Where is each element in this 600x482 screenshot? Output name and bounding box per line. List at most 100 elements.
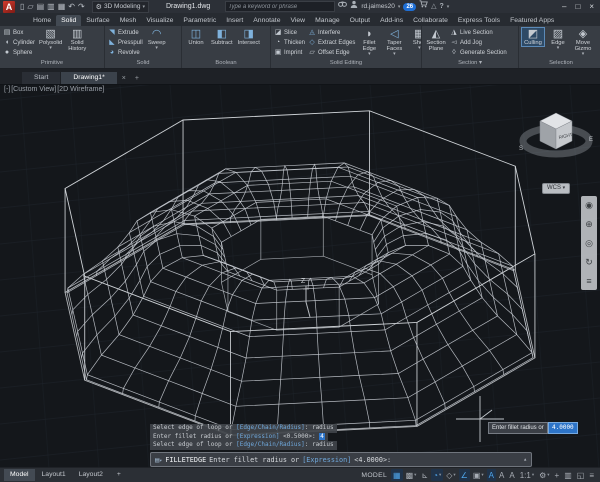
prompt-options[interactable]: [Expression] [236,433,279,440]
polysolid-dropdown-icon[interactable]: ▾ [49,46,52,50]
button-polysolid[interactable]: ▧Polysolid▾ [38,28,63,50]
ortho-mode-icon[interactable]: ⊾ [419,469,430,481]
ribbon-tab-solid[interactable]: Solid [56,15,81,26]
layout-tab-layout2[interactable]: Layout2 [73,469,109,481]
button-thicken[interactable]: ◔Thicken [274,38,305,47]
viewport-view-control[interactable]: [Custom View] [11,86,56,93]
button-live-section[interactable]: ◮Live Section [450,28,507,37]
move-gizmo-dropdown-icon[interactable]: ▾ [582,52,585,56]
isodraft-icon[interactable]: ◇▾ [444,469,457,481]
ribbon-tab-home[interactable]: Home [28,15,56,26]
window-close-button[interactable]: × [586,0,597,13]
plot-icon[interactable]: ▦ [58,0,66,13]
user-menu-chevron-icon[interactable]: ▾ [398,4,401,10]
button-union[interactable]: ◫Union [185,28,207,46]
help-icon[interactable]: ? [440,1,444,13]
button-shell[interactable]: ▦Shell▾ [408,28,422,50]
layout-tab-layout1[interactable]: Layout1 [36,469,72,481]
button-sweep[interactable]: ◠Sweep▾ [146,28,168,50]
layout-tab-model[interactable]: Model [4,469,35,481]
ribbon-tab-parametric[interactable]: Parametric [178,15,221,26]
zoom-icon[interactable]: ◎ [585,238,593,248]
button-slice[interactable]: ◪Slice [274,28,305,37]
save-as-icon[interactable]: ▥ [47,0,55,13]
autocad-logo-icon[interactable]: A [3,1,15,13]
steering-wheel-icon[interactable]: ◉ [585,200,593,210]
button-intersect[interactable]: ◨Intersect [237,28,261,46]
workspace-switch-icon[interactable]: ⚙▾ [537,469,551,481]
button-sphere[interactable]: ●Sphere [3,48,35,57]
button-extrude[interactable]: ◥Extrude [108,28,143,37]
prompt-options[interactable]: [Edge/Chain/Radius] [236,424,305,431]
annotation-autoscale-icon[interactable]: A [497,469,506,481]
button-add-jog[interactable]: ◅Add Jog [450,38,507,47]
button-interfere[interactable]: ◬Interfere [308,28,355,37]
stay-connected-icon[interactable]: △ [431,1,436,13]
redo-icon[interactable]: ↷ [78,0,85,13]
file-tab-close-button[interactable]: × [118,73,130,84]
window-maximize-button[interactable]: □ [572,0,583,13]
ribbon-tab-output[interactable]: Output [345,15,375,26]
undo-icon[interactable]: ↶ [68,0,75,13]
search-input[interactable] [228,4,332,10]
ribbon-tab-manage[interactable]: Manage [310,15,345,26]
ribbon-tab-express-tools[interactable]: Express Tools [453,15,505,26]
pan-icon[interactable]: ⊕ [585,219,593,229]
search-binoculars-icon[interactable] [338,0,347,13]
ribbon-tab-surface[interactable]: Surface [81,15,114,26]
ribbon-tab-annotate[interactable]: Annotate [248,15,285,26]
new-drawing-tab-button[interactable]: + [131,73,143,84]
drawing-canvas[interactable]: ZSERIGHT [-] [Custom View] [2D Wireframe… [0,84,600,482]
workspace-selector[interactable]: ⚙ 3D Modeling ▾ [92,1,149,13]
button-extract-edges[interactable]: ◇Extract Edges [308,38,355,47]
viewport-minimize-control[interactable]: [-] [4,86,10,93]
save-icon[interactable]: ▤ [37,0,45,13]
file-tab-start[interactable]: Start [22,72,60,84]
button-solid-history[interactable]: ▥SolidHistory [66,28,88,52]
object-snap-tracking-icon[interactable]: ∠ [459,469,470,481]
clean-screen-icon[interactable]: ◱ [575,469,587,481]
command-line-customize-icon[interactable]: ▤▾ [155,456,162,464]
ribbon-tab-mesh[interactable]: Mesh [115,15,142,26]
button-section-plane[interactable]: ◭SectionPlane [425,28,447,52]
user-avatar-icon[interactable] [350,0,358,13]
navbar-menu-icon[interactable]: ≡ [586,276,591,286]
command-history-expand-icon[interactable]: ▴ [523,456,527,463]
ribbon-tab-view[interactable]: View [285,15,310,26]
button-presspull[interactable]: ◣Presspull [108,38,143,47]
edge-dropdown-icon[interactable]: ▾ [557,46,560,50]
grid-display-icon[interactable]: ▦ [391,469,403,481]
annotation-visibility-icon[interactable]: A [487,469,496,481]
button-edge[interactable]: ▨Edge▾ [547,28,569,50]
units-icon[interactable]: ▥ [562,469,574,481]
ribbon-tab-featured-apps[interactable]: Featured Apps [505,15,559,26]
scale-value[interactable]: 1:1▾ [518,469,536,481]
command-line[interactable]: ▤▾ FILLETEDGE Enter fillet radius or [Ex… [150,452,532,467]
button-fillet-edge[interactable]: ◗FilletEdge▾ [358,28,380,56]
button-subtract[interactable]: ◧Subtract [210,28,234,46]
fillet-edge-dropdown-icon[interactable]: ▾ [368,52,371,56]
signed-in-username[interactable]: rd.jaimes20 [361,3,395,10]
taper-faces-dropdown-icon[interactable]: ▾ [393,52,396,56]
prompt-options[interactable]: [Edge/Chain/Radius] [236,441,305,448]
window-minimize-button[interactable]: – [559,0,569,13]
annotation-scale-icon[interactable]: A [507,469,516,481]
object-snap-icon[interactable]: ▣▾ [471,469,486,481]
model-space-label[interactable]: MODEL [361,472,387,479]
sweep-dropdown-icon[interactable]: ▾ [155,46,158,50]
ribbon-tab-collaborate[interactable]: Collaborate [408,15,453,26]
add-layout-button[interactable]: + [111,469,127,481]
help-search-box[interactable] [225,1,335,12]
orbit-icon[interactable]: ↻ [585,257,593,267]
snap-mode-icon[interactable]: ▩▾ [404,469,419,481]
new-file-icon[interactable]: ▯ [20,0,24,13]
button-move-gizmo[interactable]: ◈MoveGizmo▾ [572,28,594,56]
button-cylinder[interactable]: ◖Cylinder [3,38,35,47]
file-tab-drawing1-[interactable]: Drawing1* [61,72,116,84]
button-offset-edge[interactable]: ▱Offset Edge [308,48,355,57]
ucs-selector[interactable]: WCS ▾ [542,183,570,194]
button-imprint[interactable]: ▣Imprint [274,48,305,57]
customization-menu-icon[interactable]: ≡ [587,469,596,481]
shell-dropdown-icon[interactable]: ▾ [418,46,421,50]
button-taper-faces[interactable]: ◁TaperFaces▾ [383,28,405,56]
